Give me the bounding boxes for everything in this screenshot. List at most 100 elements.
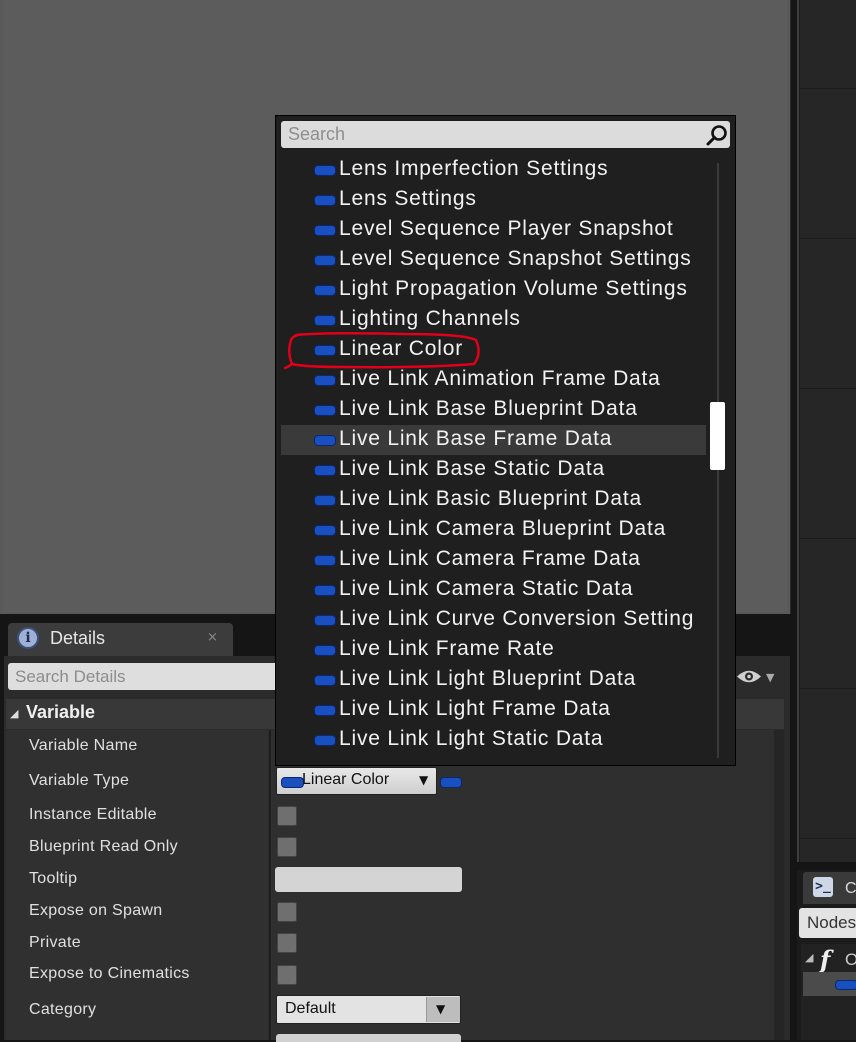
instance-editable-checkbox[interactable] <box>277 806 297 826</box>
variable-pin-icon <box>835 980 856 990</box>
dropdown-arrow-icon: ▼ <box>436 1002 446 1016</box>
type-list-scroll-thumb[interactable] <box>710 402 725 470</box>
type-list-item-label: Live Link Base Blueprint Data <box>339 397 638 420</box>
type-list-item-label: Live Link Light Frame Data <box>339 697 611 720</box>
struct-pin-icon <box>314 555 336 566</box>
collapse-arrow-icon[interactable]: ◢ <box>10 707 18 720</box>
type-list-item-label: Level Sequence Snapshot Settings <box>339 247 692 270</box>
type-list-item-label: Live Link Camera Static Data <box>339 577 634 600</box>
prop-variable-type: Variable Type <box>29 772 130 789</box>
type-list-item[interactable]: Live Link Light Frame Data <box>281 695 706 725</box>
struct-pin-icon <box>314 525 336 536</box>
grid-line <box>799 538 856 539</box>
struct-pin-icon <box>314 195 336 206</box>
type-list-item-label: Live Link Camera Frame Data <box>339 547 641 570</box>
type-list-item[interactable]: Live Link Basic Blueprint Data <box>281 485 706 515</box>
struct-pin-icon <box>314 405 336 416</box>
expose-to-cinematics-checkbox[interactable] <box>277 965 297 985</box>
blueprint-read-only-checkbox[interactable] <box>277 837 297 857</box>
type-list-item[interactable]: Live Link Light Static Data <box>281 725 706 755</box>
console-icon: >_ <box>813 877 833 897</box>
private-checkbox[interactable] <box>277 933 297 953</box>
struct-pin-icon <box>314 285 336 296</box>
struct-pin-icon <box>314 225 336 236</box>
type-list-item[interactable]: Live Link Curve Conversion Setting <box>281 605 706 635</box>
prop-expose-to-cinematics: Expose to Cinematics <box>29 965 190 982</box>
struct-pin-icon <box>314 675 336 686</box>
type-list-item-label: Live Link Basic Blueprint Data <box>339 487 642 510</box>
grid-line <box>799 0 800 862</box>
type-search-placeholder: Search <box>288 124 346 144</box>
type-list-item[interactable]: Lens Imperfection Settings <box>281 155 706 185</box>
details-tab[interactable] <box>8 623 233 656</box>
panel-tab-label: C <box>845 880 856 897</box>
variable-pin-icon <box>281 777 304 788</box>
tree-item-label[interactable]: O <box>845 950 856 970</box>
grid-line <box>799 88 856 89</box>
expose-on-spawn-checkbox[interactable] <box>277 902 297 922</box>
type-list-item[interactable]: Level Sequence Player Snapshot <box>281 215 706 245</box>
grid-line <box>799 238 856 239</box>
type-list-item[interactable]: Live Link Base Static Data <box>281 455 706 485</box>
struct-pin-icon <box>314 585 336 596</box>
struct-pin-icon <box>314 435 336 446</box>
type-search-input[interactable] <box>281 121 730 148</box>
variable-type-value: Linear Color <box>302 771 390 788</box>
function-icon: f <box>820 945 831 974</box>
search-icon[interactable] <box>705 123 729 147</box>
chevron-down-icon[interactable]: ▼ <box>766 671 774 684</box>
eye-icon[interactable] <box>736 668 762 685</box>
type-list-item-label: Live Link Camera Blueprint Data <box>339 517 667 540</box>
type-list-item[interactable]: Live Link Camera Frame Data <box>281 545 706 575</box>
struct-pin-icon <box>314 465 336 476</box>
graph-editor[interactable] <box>797 0 856 862</box>
info-icon: i <box>17 627 39 649</box>
type-list-item-label: Live Link Light Blueprint Data <box>339 667 637 690</box>
grid-line <box>799 838 856 839</box>
type-list-item-hovered[interactable]: Live Link Base Frame Data <box>281 425 706 455</box>
next-property-field[interactable] <box>276 1034 461 1042</box>
type-list-item[interactable]: Live Link Camera Blueprint Data <box>281 515 706 545</box>
type-list-item[interactable]: Live Link Camera Static Data <box>281 575 706 605</box>
nodes-search-input[interactable]: Nodes <box>799 908 856 938</box>
type-list-item[interactable]: Live Link Frame Rate <box>281 635 706 665</box>
struct-pin-icon <box>314 375 336 386</box>
type-list-item-label: Lens Imperfection Settings <box>339 157 609 180</box>
struct-pin-icon <box>314 705 336 716</box>
red-annotation-circle <box>284 331 480 370</box>
close-tab-icon[interactable]: × <box>207 630 218 645</box>
grid-line <box>799 688 856 689</box>
prop-tooltip: Tooltip <box>29 870 78 887</box>
struct-pin-icon <box>314 255 336 266</box>
prop-expose-on-spawn: Expose on Spawn <box>29 902 163 919</box>
expand-arrow-icon[interactable]: ◢ <box>805 951 813 964</box>
type-list-item-label: Level Sequence Player Snapshot <box>339 217 674 240</box>
type-list-item-label: Live Link Light Static Data <box>339 727 604 750</box>
type-list-item-label: Live Link Base Frame Data <box>339 427 613 450</box>
prop-blueprint-read-only: Blueprint Read Only <box>29 838 178 855</box>
struct-pin-icon <box>314 615 336 626</box>
type-list-item-label: Live Link Base Static Data <box>339 457 605 480</box>
type-list-item[interactable]: Light Propagation Volume Settings <box>281 275 706 305</box>
type-list-item[interactable]: Live Link Light Blueprint Data <box>281 665 706 695</box>
details-tab-label: Details <box>50 628 106 648</box>
type-list-item[interactable]: Lens Settings <box>281 185 706 215</box>
type-list-item-label: Light Propagation Volume Settings <box>339 277 688 300</box>
type-list-item-label: Lens Settings <box>339 187 477 210</box>
type-list-item-label: Live Link Frame Rate <box>339 637 555 660</box>
type-list-item-label: Live Link Curve Conversion Setting <box>339 607 695 630</box>
container-type-icon[interactable] <box>440 777 462 788</box>
details-scrollbar[interactable] <box>774 730 784 1040</box>
dropdown-arrow-icon: ▼ <box>419 773 429 787</box>
search-details-input[interactable]: Search Details <box>8 663 278 690</box>
prop-instance-editable: Instance Editable <box>29 806 157 823</box>
type-list-item[interactable]: Live Link Base Blueprint Data <box>281 395 706 425</box>
struct-pin-icon <box>314 495 336 506</box>
prop-variable-name: Variable Name <box>29 737 138 754</box>
struct-pin-icon <box>314 735 336 746</box>
section-title: Variable <box>26 702 96 722</box>
tooltip-input[interactable] <box>275 867 462 892</box>
struct-pin-icon <box>314 315 336 326</box>
type-list-item[interactable]: Level Sequence Snapshot Settings <box>281 245 706 275</box>
prop-private: Private <box>29 934 81 951</box>
